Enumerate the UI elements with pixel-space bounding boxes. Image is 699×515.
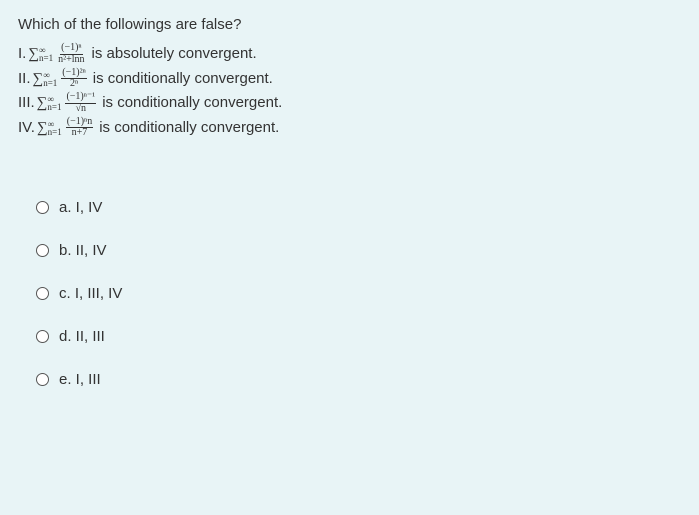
statement-4: IV. ∑∞n=1 (−1)ⁿnn+7 is conditionally con… — [18, 117, 681, 140]
roman-1: I. — [18, 43, 26, 66]
option-b[interactable]: b. II, IV — [36, 242, 681, 259]
desc-3: is conditionally convergent. — [102, 92, 282, 115]
question-text: Which of the followings are false? — [18, 16, 681, 33]
radio-icon — [36, 287, 49, 300]
radio-icon — [36, 201, 49, 214]
desc-2: is conditionally convergent. — [93, 68, 273, 91]
option-c-label: c. I, III, IV — [59, 285, 122, 302]
desc-4: is conditionally convergent. — [99, 117, 279, 140]
option-c[interactable]: c. I, III, IV — [36, 285, 681, 302]
option-d[interactable]: d. II, III — [36, 328, 681, 345]
radio-icon — [36, 244, 49, 257]
options-block: a. I, IV b. II, IV c. I, III, IV d. II, … — [18, 199, 681, 388]
roman-3: III. — [18, 92, 35, 115]
radio-icon — [36, 330, 49, 343]
option-d-label: d. II, III — [59, 328, 105, 345]
option-a[interactable]: a. I, IV — [36, 199, 681, 216]
roman-4: IV. — [18, 117, 35, 140]
formula-3: ∑∞n=1 (−1)ⁿ⁻¹√n — [37, 92, 101, 115]
option-e-label: e. I, III — [59, 371, 101, 388]
formula-4: ∑∞n=1 (−1)ⁿnn+7 — [37, 117, 97, 140]
option-b-label: b. II, IV — [59, 242, 107, 259]
statements-block: I. ∑∞n=1 (−1)ⁿn²+lnn is absolutely conve… — [18, 43, 681, 139]
statement-3: III. ∑∞n=1 (−1)ⁿ⁻¹√n is conditionally co… — [18, 92, 681, 115]
desc-1: is absolutely convergent. — [92, 43, 257, 66]
option-a-label: a. I, IV — [59, 199, 102, 216]
formula-1: ∑∞n=1 (−1)ⁿn²+lnn — [28, 43, 89, 66]
roman-2: II. — [18, 68, 31, 91]
option-e[interactable]: e. I, III — [36, 371, 681, 388]
radio-icon — [36, 373, 49, 386]
statement-1: I. ∑∞n=1 (−1)ⁿn²+lnn is absolutely conve… — [18, 43, 681, 66]
statement-2: II. ∑∞n=1 (−1)²ⁿ2ⁿ is conditionally conv… — [18, 68, 681, 91]
formula-2: ∑∞n=1 (−1)²ⁿ2ⁿ — [33, 68, 91, 91]
